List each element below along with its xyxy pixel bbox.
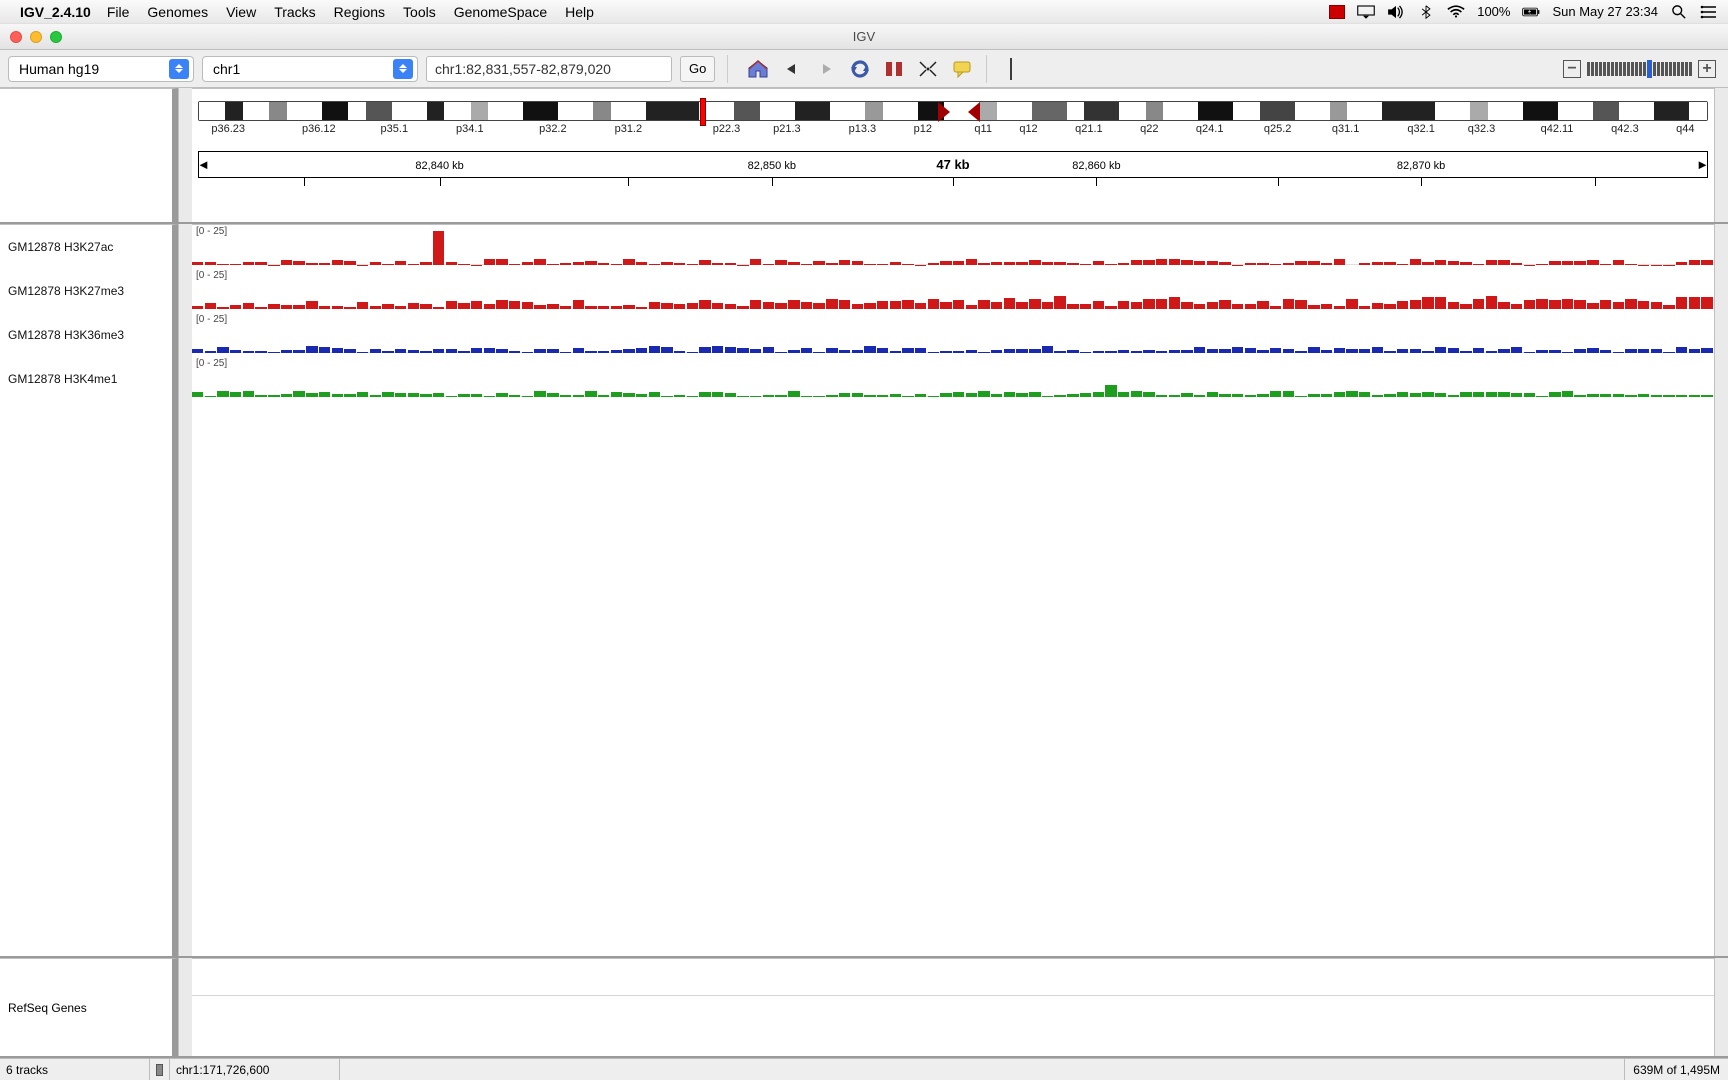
status-hover-pos: chr1:171,726,600 xyxy=(170,1059,340,1080)
go-button[interactable]: Go xyxy=(680,56,715,82)
track-data[interactable]: [0 - 25] xyxy=(192,313,1714,357)
status-track-count: 6 tracks xyxy=(0,1059,150,1080)
window-title: IGV xyxy=(853,29,875,44)
track-data-col[interactable]: [0 - 25][0 - 25][0 - 25][0 - 25] xyxy=(192,224,1714,956)
position-ruler[interactable]: 82,840 kb82,850 kb82,860 kb82,870 kb xyxy=(198,177,1708,205)
refseq-data[interactable] xyxy=(192,958,1714,1056)
window-titlebar[interactable]: IGV xyxy=(0,24,1728,50)
close-button[interactable] xyxy=(10,31,22,43)
track-name[interactable]: GM12878 H3K36me3 xyxy=(0,313,172,357)
home-icon[interactable] xyxy=(744,56,772,82)
ideogram[interactable] xyxy=(198,101,1708,121)
track-name[interactable]: GM12878 H3K27ac xyxy=(0,225,172,269)
chromosome-value: chr1 xyxy=(213,61,240,77)
zoom-button[interactable] xyxy=(50,31,62,43)
menu-tracks[interactable]: Tracks xyxy=(274,4,315,20)
genome-select[interactable]: Human hg19 xyxy=(8,56,194,82)
minimize-button[interactable] xyxy=(30,31,42,43)
toolbar: Human hg19 chr1 Go − + xyxy=(0,50,1728,88)
back-icon[interactable] xyxy=(778,56,806,82)
menu-genomespace[interactable]: GenomeSpace xyxy=(454,4,547,20)
chromosome-select[interactable]: chr1 xyxy=(202,56,418,82)
tracks-panel: GM12878 H3K27acGM12878 H3K27me3GM12878 H… xyxy=(0,224,1728,958)
battery-pct: 100% xyxy=(1477,4,1510,19)
menu-regions[interactable]: Regions xyxy=(334,4,385,20)
refresh-icon[interactable] xyxy=(846,56,874,82)
fit-icon[interactable] xyxy=(914,56,942,82)
header-data-col[interactable]: p36.23p36.12p35.1p34.1p32.2p31.2p22.3p21… xyxy=(192,88,1714,222)
genome-value: Human hg19 xyxy=(19,61,99,77)
record-icon[interactable] xyxy=(1329,5,1345,19)
chevron-updown-icon xyxy=(169,59,189,79)
macos-menubar: IGV_2.4.10 File Genomes View Tracks Regi… xyxy=(0,0,1728,24)
header-names-col xyxy=(0,88,178,222)
header-panel: p36.23p36.12p35.1p34.1p32.2p31.2p22.3p21… xyxy=(0,88,1728,224)
menu-tools[interactable]: Tools xyxy=(403,4,436,20)
bluetooth-icon[interactable] xyxy=(1417,5,1435,19)
divider xyxy=(727,55,728,83)
span-label: 47 kb xyxy=(936,157,969,172)
wifi-icon[interactable] xyxy=(1447,5,1465,19)
chevron-updown-icon xyxy=(393,59,413,79)
menu-help[interactable]: Help xyxy=(565,4,594,20)
track-data[interactable]: [0 - 25] xyxy=(192,269,1714,313)
track-data[interactable]: [0 - 25] xyxy=(192,357,1714,401)
menu-genomes[interactable]: Genomes xyxy=(147,4,208,20)
track-data[interactable]: [0 - 25] xyxy=(192,225,1714,269)
zoom-in-button[interactable]: + xyxy=(1698,60,1716,78)
forward-icon[interactable] xyxy=(812,56,840,82)
menu-file[interactable]: File xyxy=(107,4,130,20)
zoom-ticks[interactable] xyxy=(1587,60,1692,78)
divider xyxy=(986,55,987,83)
zoom-slider[interactable]: − + xyxy=(1563,60,1716,78)
zoom-out-button[interactable]: − xyxy=(1563,60,1581,78)
cursor-marker-icon xyxy=(997,56,1025,82)
status-memory[interactable]: 639M of 1,495M xyxy=(1624,1059,1728,1080)
spotlight-icon[interactable] xyxy=(1670,5,1688,19)
airplay-icon[interactable] xyxy=(1357,5,1375,19)
locus-input[interactable] xyxy=(426,56,672,82)
content-area: p36.23p36.12p35.1p34.1p32.2p31.2p22.3p21… xyxy=(0,88,1728,1058)
region-icon[interactable] xyxy=(880,56,908,82)
battery-icon[interactable] xyxy=(1522,5,1540,19)
status-indicator xyxy=(150,1059,170,1080)
clock[interactable]: Sun May 27 23:34 xyxy=(1552,4,1658,19)
track-names-col[interactable]: GM12878 H3K27acGM12878 H3K27me3GM12878 H… xyxy=(0,224,178,956)
app-name[interactable]: IGV_2.4.10 xyxy=(20,4,91,20)
track-name[interactable]: GM12878 H3K27me3 xyxy=(0,269,172,313)
refseq-line xyxy=(192,995,1714,996)
menu-extras-icon[interactable] xyxy=(1700,5,1718,19)
refseq-panel: RefSeq Genes xyxy=(0,958,1728,1058)
track-name[interactable]: GM12878 H3K4me1 xyxy=(0,357,172,401)
statusbar: 6 tracks chr1:171,726,600 639M of 1,495M xyxy=(0,1058,1728,1080)
menu-view[interactable]: View xyxy=(226,4,256,20)
ideogram-labels: p36.23p36.12p35.1p34.1p32.2p31.2p22.3p21… xyxy=(198,123,1708,137)
refseq-name[interactable]: RefSeq Genes xyxy=(0,958,178,1056)
volume-icon[interactable] xyxy=(1387,5,1405,19)
comment-icon[interactable] xyxy=(948,56,976,82)
